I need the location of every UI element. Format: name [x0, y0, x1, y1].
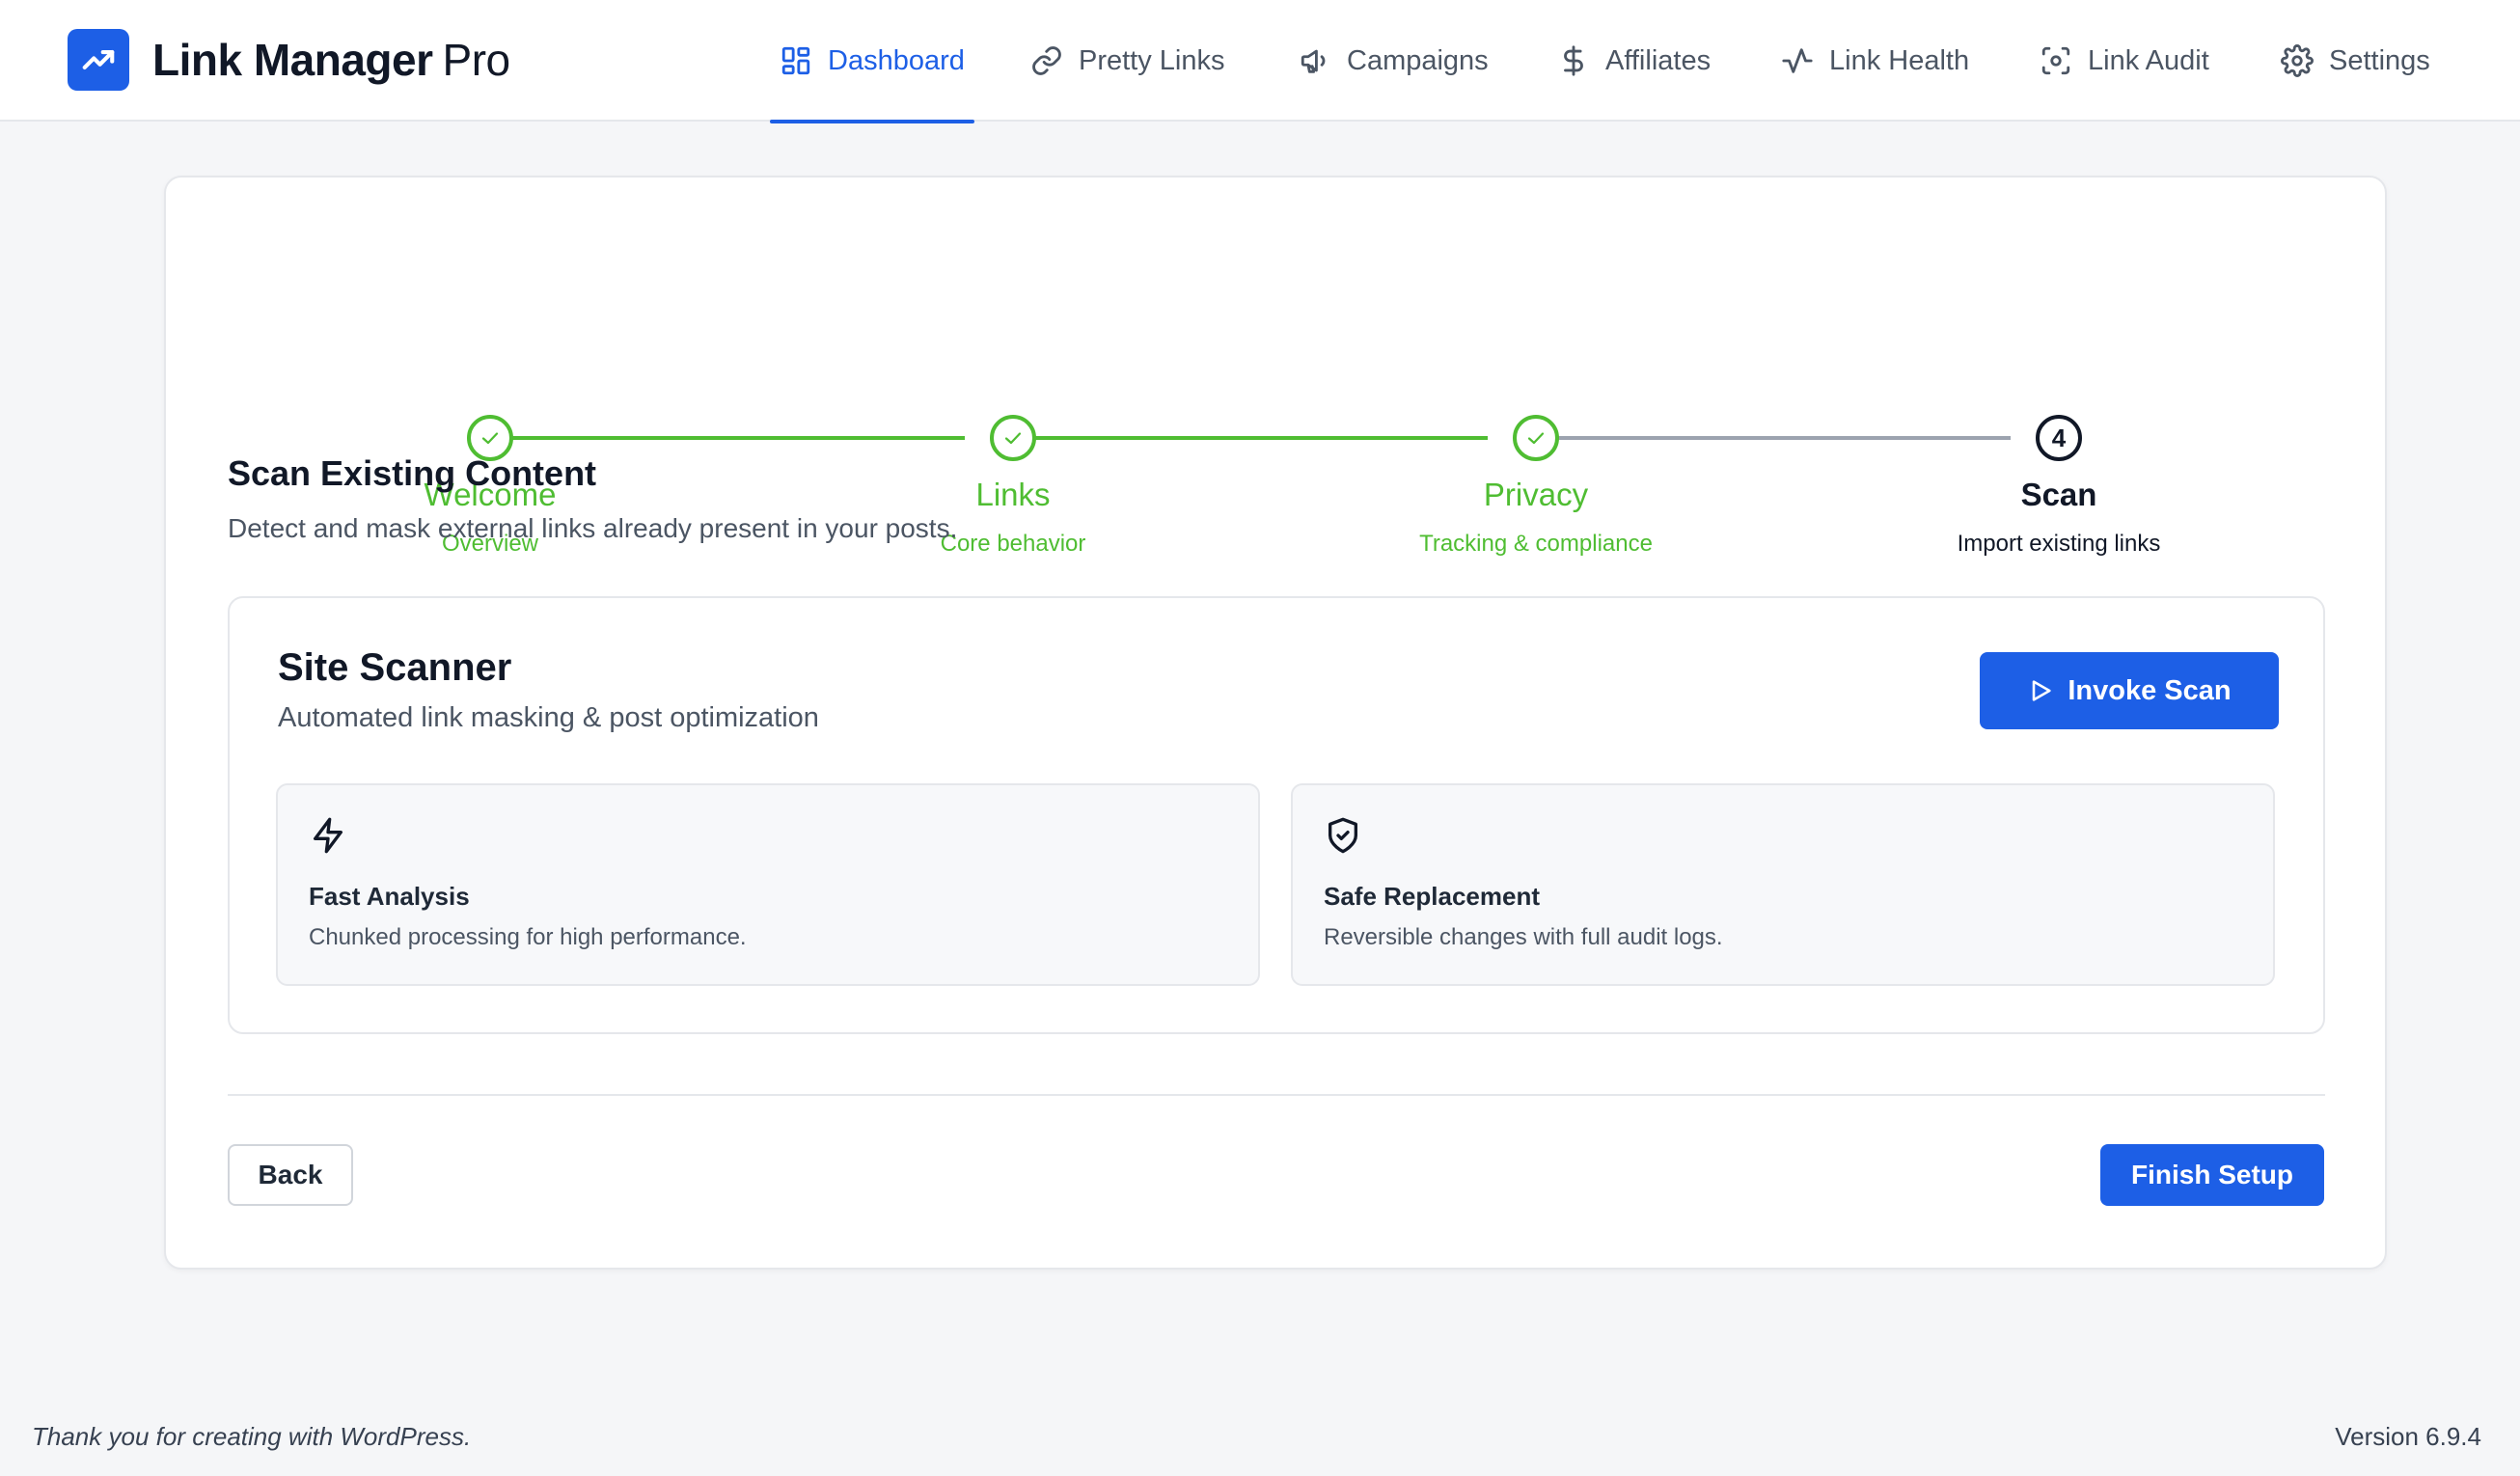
check-icon — [1527, 432, 1545, 445]
step-complete-indicator — [1513, 415, 1559, 461]
version-label: Version 6.9.4 — [2335, 1422, 2481, 1451]
step-title: Privacy — [1483, 477, 1589, 512]
step-complete-indicator — [990, 415, 1036, 461]
brand-name: Link Manager Pro — [152, 35, 511, 85]
play-icon — [2033, 680, 2051, 701]
step-subtitle: Tracking & compliance — [1419, 531, 1653, 557]
feature-card-safe-replacement: Safe Replacement Reversible changes with… — [1291, 783, 2275, 986]
feature-description: Chunked processing for high performance. — [309, 924, 747, 950]
grid-icon — [781, 46, 810, 75]
step-title: Scan — [2020, 477, 2097, 512]
step-privacy[interactable]: Privacy Tracking & compliance — [1362, 415, 1710, 558]
shield-check-icon — [1324, 816, 1362, 860]
feature-title: Safe Replacement — [1324, 882, 1540, 911]
lightning-icon — [309, 816, 347, 860]
dollar-icon — [1564, 45, 1583, 76]
invoke-scan-button[interactable]: Invoke Scan — [1980, 652, 2279, 729]
top-navigation-bar: Link Manager Pro Dashboard Pretty Links C… — [0, 0, 2520, 123]
section-title: Scan Existing Content — [228, 453, 597, 493]
wordpress-credit: Thank you for creating with WordPress. — [32, 1422, 472, 1451]
nav-label: Pretty Links — [1079, 44, 1225, 76]
nav-settings[interactable]: Settings — [2281, 0, 2430, 122]
brand-suffix: Pro — [442, 35, 511, 85]
step-scan[interactable]: 4 Scan Import existing links — [1885, 415, 2232, 558]
feature-description: Reversible changes with full audit logs. — [1324, 924, 1723, 950]
step-subtitle: Import existing links — [1957, 531, 2161, 557]
nav-pretty-links[interactable]: Pretty Links — [1030, 0, 1225, 122]
megaphone-icon — [1301, 49, 1326, 73]
activity-icon — [1782, 48, 1813, 73]
nav-label: Campaigns — [1347, 44, 1489, 76]
brand[interactable]: Link Manager Pro — [68, 29, 510, 91]
nav-label: Link Health — [1829, 44, 1970, 76]
finish-setup-button[interactable]: Finish Setup — [2100, 1144, 2324, 1206]
site-scanner-panel: Site Scanner Automated link masking & po… — [228, 596, 2325, 1034]
nav-affiliates[interactable]: Affiliates — [1557, 0, 1711, 122]
nav-link-health[interactable]: Link Health — [1781, 0, 1969, 122]
invoke-scan-label: Invoke Scan — [2068, 674, 2232, 706]
step-number: 4 — [2036, 415, 2082, 461]
gear-icon — [2281, 44, 2314, 77]
footer-divider — [228, 1094, 2325, 1096]
feature-title: Fast Analysis — [309, 882, 470, 911]
check-icon — [1004, 432, 1022, 445]
scanner-subtitle: Automated link masking & post optimizati… — [278, 702, 819, 733]
step-title: Links — [975, 477, 1051, 512]
nav-dashboard[interactable]: Dashboard — [770, 0, 974, 123]
link-icon — [1032, 46, 1061, 75]
scanner-title: Site Scanner — [278, 646, 512, 689]
nav-label: Settings — [2329, 44, 2430, 76]
nav-label: Link Audit — [2088, 44, 2209, 76]
nav-label: Dashboard — [828, 44, 965, 76]
back-button[interactable]: Back — [228, 1144, 353, 1206]
section-description: Detect and mask external links already p… — [228, 513, 958, 543]
feature-card-fast-analysis: Fast Analysis Chunked processing for hig… — [276, 783, 1260, 986]
nav-link-audit[interactable]: Link Audit — [2040, 0, 2209, 122]
trending-up-icon — [68, 29, 129, 91]
scan-icon — [2041, 46, 2070, 75]
nav-label: Affiliates — [1605, 44, 1712, 76]
nav-campaigns[interactable]: Campaigns — [1299, 0, 1489, 122]
check-icon — [481, 432, 499, 445]
